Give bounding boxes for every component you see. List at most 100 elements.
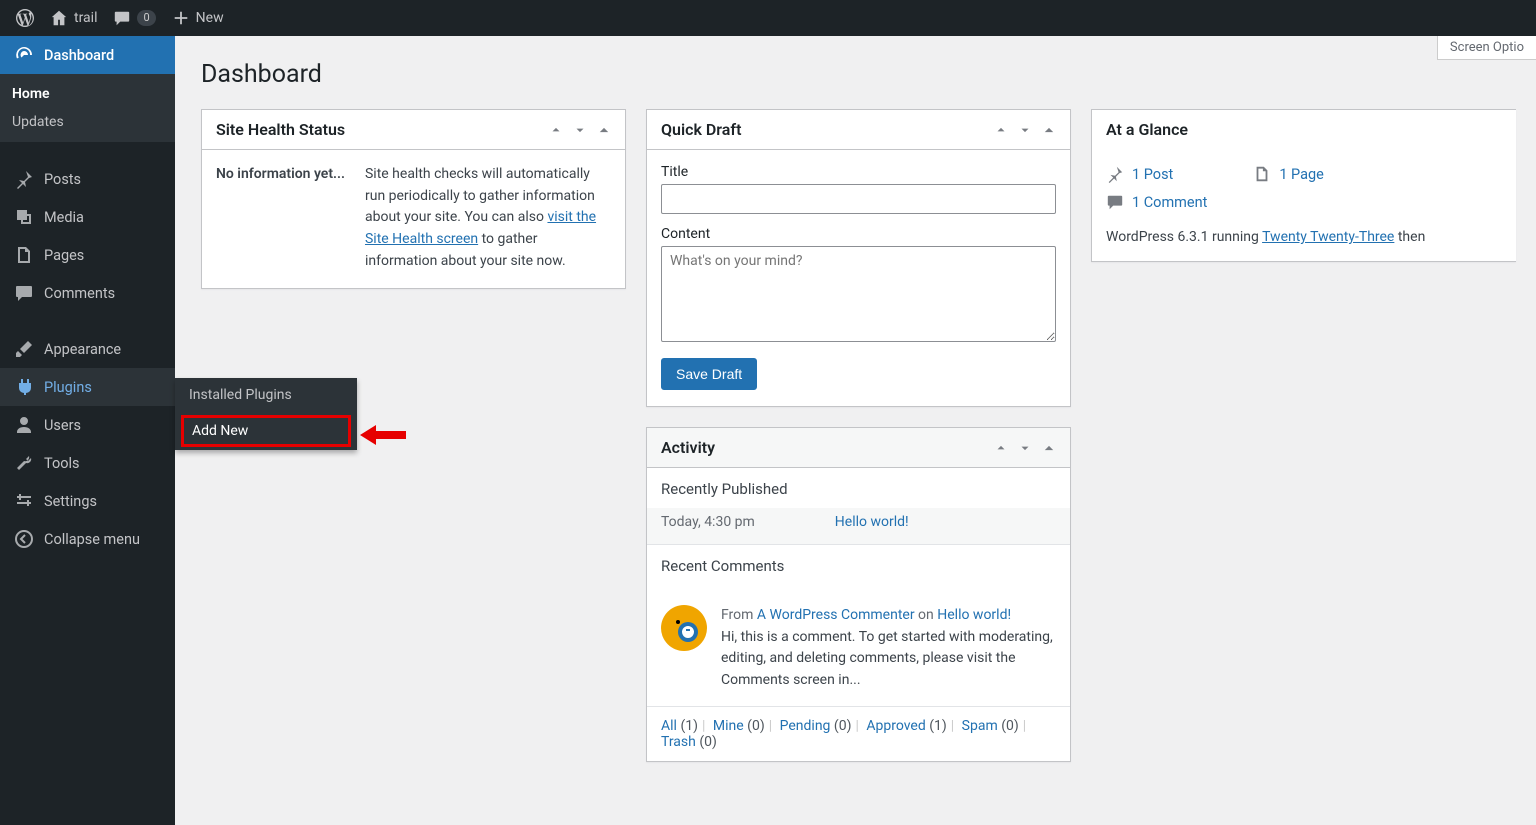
- avatar: [661, 605, 707, 651]
- site-health-box: Site Health Status No information yet...…: [201, 109, 626, 289]
- toggle-up-icon[interactable]: [1042, 441, 1056, 455]
- comment-icon: [1106, 193, 1124, 211]
- wapuu-icon: [664, 608, 704, 648]
- new-content-link[interactable]: New: [164, 0, 232, 36]
- plugins-flyout: Installed Plugins Add New: [175, 378, 357, 450]
- draft-title-input[interactable]: [661, 184, 1056, 214]
- commenter-link[interactable]: A WordPress Commenter: [757, 607, 915, 623]
- sidebar-label: Pages: [44, 247, 84, 264]
- comment-meta: From A WordPress Commenter on Hello worl…: [721, 605, 1056, 627]
- comment-post-link[interactable]: Hello world!: [937, 607, 1011, 623]
- comment-icon: [113, 9, 131, 27]
- sidebar-label: Appearance: [44, 341, 121, 358]
- site-name-link[interactable]: trail: [42, 0, 105, 36]
- chevron-down-icon[interactable]: [1018, 123, 1032, 137]
- wrench-icon: [14, 453, 34, 473]
- mod-pending[interactable]: Pending: [780, 718, 831, 734]
- media-icon: [14, 207, 34, 227]
- sidebar-item-appearance[interactable]: Appearance: [0, 330, 175, 368]
- sidebar-item-plugins[interactable]: Plugins: [0, 368, 175, 406]
- sidebar-item-users[interactable]: Users: [0, 406, 175, 444]
- comment-row: From A WordPress Commenter on Hello worl…: [647, 597, 1070, 706]
- site-health-title: Site Health Status: [216, 120, 345, 139]
- mod-approved[interactable]: Approved: [866, 718, 925, 734]
- glance-title: At a Glance: [1106, 120, 1188, 139]
- toggle-up-icon[interactable]: [597, 123, 611, 137]
- published-post-link[interactable]: Hello world!: [835, 514, 909, 530]
- flyout-add-new[interactable]: Add New: [181, 415, 351, 447]
- admin-sidebar: Dashboard Home Updates Posts Media Pages…: [0, 36, 175, 825]
- glance-posts[interactable]: 1 Post: [1106, 165, 1173, 183]
- sidebar-item-posts[interactable]: Posts: [0, 160, 175, 198]
- recently-published-heading: Recently Published: [661, 480, 1056, 498]
- glance-pages[interactable]: 1 Page: [1253, 165, 1324, 183]
- theme-link[interactable]: Twenty Twenty-Three: [1262, 229, 1394, 245]
- at-a-glance-box: At a Glance 1 Post 1 Page: [1091, 109, 1516, 262]
- sidebar-label: Plugins: [44, 379, 92, 396]
- dashboard-icon: [14, 45, 34, 65]
- sliders-icon: [14, 491, 34, 511]
- wp-version-line: WordPress 6.3.1 running Twenty Twenty-Th…: [1106, 229, 1502, 245]
- sidebar-item-media[interactable]: Media: [0, 198, 175, 236]
- content-wrap: Dashboard Site Health Status No informat…: [175, 0, 1536, 802]
- annotation-arrow-icon: [358, 423, 406, 447]
- wordpress-icon: [16, 9, 34, 27]
- sidebar-item-dashboard[interactable]: Dashboard: [0, 36, 175, 74]
- pin-icon: [14, 169, 34, 189]
- chevron-down-icon[interactable]: [1018, 441, 1032, 455]
- activity-box: Activity Recently Published Today, 4:30 …: [646, 427, 1071, 762]
- collapse-icon: [14, 529, 34, 549]
- mod-trash[interactable]: Trash: [661, 734, 696, 750]
- user-icon: [14, 415, 34, 435]
- toggle-up-icon[interactable]: [1042, 123, 1056, 137]
- quick-draft-box: Quick Draft Title Content Save Draft: [646, 109, 1071, 407]
- sidebar-label: Users: [44, 417, 81, 434]
- submenu-updates[interactable]: Updates: [0, 108, 175, 136]
- published-row: Today, 4:30 pm Hello world!: [647, 508, 1070, 545]
- sidebar-item-pages[interactable]: Pages: [0, 236, 175, 274]
- new-label: New: [196, 10, 224, 26]
- site-health-status: No information yet...: [216, 164, 345, 272]
- mod-spam[interactable]: Spam: [962, 718, 998, 734]
- chevron-up-icon[interactable]: [994, 441, 1008, 455]
- sidebar-label: Collapse menu: [44, 531, 140, 548]
- site-name: trail: [74, 10, 97, 26]
- sidebar-label: Media: [44, 209, 84, 226]
- pages-icon: [1253, 165, 1271, 183]
- chevron-up-icon[interactable]: [549, 123, 563, 137]
- sidebar-label: Posts: [44, 171, 81, 188]
- sidebar-label: Tools: [44, 455, 80, 472]
- chevron-up-icon[interactable]: [994, 123, 1008, 137]
- wp-logo[interactable]: [8, 0, 42, 36]
- home-icon: [50, 9, 68, 27]
- comment-body: Hi, this is a comment. To get started wi…: [721, 627, 1056, 692]
- screen-options-tab[interactable]: Screen Optio: [1437, 36, 1536, 60]
- pin-icon: [1106, 165, 1124, 183]
- glance-comments[interactable]: 1 Comment: [1106, 193, 1207, 211]
- save-draft-button[interactable]: Save Draft: [661, 358, 757, 390]
- sidebar-item-comments[interactable]: Comments: [0, 274, 175, 312]
- published-time: Today, 4:30 pm: [661, 514, 755, 530]
- quick-draft-title: Quick Draft: [661, 120, 741, 139]
- mod-mine[interactable]: Mine: [713, 718, 744, 734]
- sidebar-label: Comments: [44, 285, 115, 302]
- draft-content-label: Content: [661, 226, 1056, 242]
- dashboard-submenu: Home Updates: [0, 74, 175, 142]
- sidebar-label: Dashboard: [44, 47, 114, 64]
- comments-link[interactable]: 0: [105, 0, 163, 36]
- submenu-home[interactable]: Home: [0, 80, 175, 108]
- flyout-installed-plugins[interactable]: Installed Plugins: [175, 378, 357, 412]
- mod-all[interactable]: All: [661, 718, 677, 734]
- comments-icon: [14, 283, 34, 303]
- recent-comments-heading: Recent Comments: [661, 557, 1056, 575]
- draft-title-label: Title: [661, 164, 1056, 180]
- sidebar-collapse[interactable]: Collapse menu: [0, 520, 175, 558]
- chevron-down-icon[interactable]: [573, 123, 587, 137]
- draft-content-input[interactable]: [661, 246, 1056, 342]
- activity-title: Activity: [661, 438, 715, 457]
- page-title: Dashboard: [201, 60, 1516, 89]
- plugin-icon: [14, 377, 34, 397]
- sidebar-item-tools[interactable]: Tools: [0, 444, 175, 482]
- sidebar-item-settings[interactable]: Settings: [0, 482, 175, 520]
- plus-icon: [172, 9, 190, 27]
